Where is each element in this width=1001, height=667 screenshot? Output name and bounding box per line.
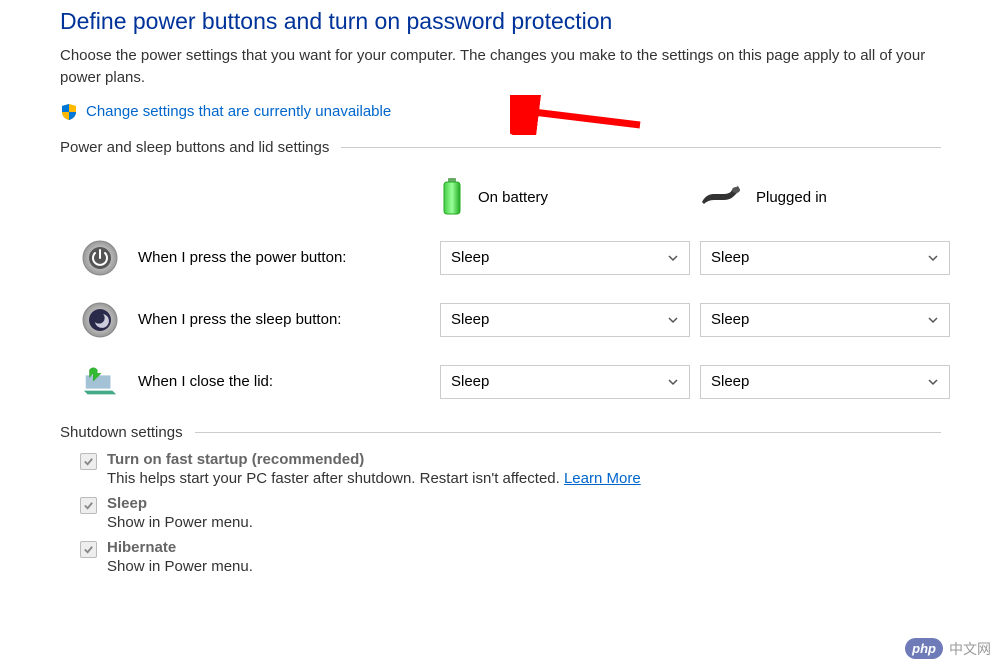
chevron-down-icon xyxy=(927,314,939,326)
chevron-down-icon xyxy=(927,252,939,264)
hibernate-checkbox[interactable] xyxy=(80,541,97,558)
divider xyxy=(195,432,941,433)
power-button-label: When I press the power button: xyxy=(138,249,346,266)
power-button-icon xyxy=(80,238,120,278)
fast-startup-desc: This helps start your PC faster after sh… xyxy=(107,470,641,487)
lid-battery-select[interactable]: Sleep xyxy=(440,365,690,399)
hibernate-option-title: Hibernate xyxy=(107,539,253,556)
fast-startup-title: Turn on fast startup (recommended) xyxy=(107,451,641,468)
section-header-shutdown: Shutdown settings xyxy=(60,424,195,441)
power-plugged-select[interactable]: Sleep xyxy=(700,241,950,275)
sleep-plugged-select[interactable]: Sleep xyxy=(700,303,950,337)
page-title: Define power buttons and turn on passwor… xyxy=(60,8,941,35)
divider xyxy=(341,147,941,148)
lid-close-icon xyxy=(80,362,120,402)
sleep-battery-select[interactable]: Sleep xyxy=(440,303,690,337)
plug-icon xyxy=(700,184,742,212)
lid-plugged-select[interactable]: Sleep xyxy=(700,365,950,399)
power-battery-select[interactable]: Sleep xyxy=(440,241,690,275)
page-description: Choose the power settings that you want … xyxy=(60,45,941,89)
lid-label: When I close the lid: xyxy=(138,373,273,390)
chevron-down-icon xyxy=(667,314,679,326)
fast-startup-checkbox[interactable] xyxy=(80,453,97,470)
sleep-option-desc: Show in Power menu. xyxy=(107,514,253,531)
section-header-buttons: Power and sleep buttons and lid settings xyxy=(60,139,341,156)
battery-icon xyxy=(440,176,464,220)
uac-shield-icon xyxy=(60,103,78,121)
watermark: php 中文网 xyxy=(905,638,991,659)
chevron-down-icon xyxy=(927,376,939,388)
annotation-arrow-icon xyxy=(510,95,650,135)
sleep-button-icon xyxy=(80,300,120,340)
column-header-plugged: Plugged in xyxy=(756,189,827,206)
sleep-option-title: Sleep xyxy=(107,495,253,512)
change-settings-link[interactable]: Change settings that are currently unava… xyxy=(86,103,391,120)
hibernate-option-desc: Show in Power menu. xyxy=(107,558,253,575)
column-header-battery: On battery xyxy=(478,189,548,206)
sleep-checkbox[interactable] xyxy=(80,497,97,514)
sleep-button-label: When I press the sleep button: xyxy=(138,311,341,328)
learn-more-link[interactable]: Learn More xyxy=(564,470,641,487)
chevron-down-icon xyxy=(667,252,679,264)
watermark-badge: php xyxy=(905,638,943,659)
chevron-down-icon xyxy=(667,376,679,388)
watermark-text: 中文网 xyxy=(949,639,991,659)
